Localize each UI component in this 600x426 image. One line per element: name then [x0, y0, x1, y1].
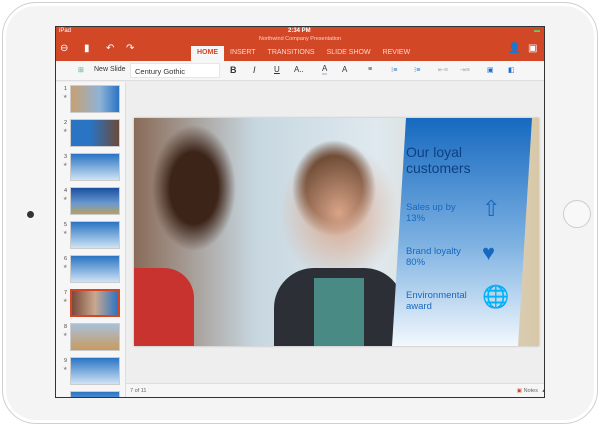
slide-thumbnail-1[interactable]: [70, 85, 120, 113]
slide-number: 1: [64, 86, 68, 92]
underline-button[interactable]: U: [274, 65, 280, 74]
slide-thumbnail-7[interactable]: [70, 289, 120, 317]
status-footer: 7 of 11 ▣ Notes ▴: [126, 383, 544, 397]
heart-icon: ♥: [482, 240, 496, 265]
increase-indent-icon[interactable]: ⇥≡: [460, 66, 470, 74]
undo-icon[interactable]: ↶: [106, 43, 114, 54]
slide-number: 9: [64, 358, 68, 364]
new-slide-button[interactable]: New Slide: [94, 66, 126, 73]
text-effects-button[interactable]: A: [342, 65, 347, 74]
present-icon[interactable]: ▣: [528, 43, 537, 54]
italic-button[interactable]: I: [253, 65, 256, 75]
tab-slide-show[interactable]: SLIDE SHOW: [321, 46, 377, 61]
slide-canvas[interactable]: Our loyal customers Sales up by 13% ⇧ Br…: [134, 118, 539, 346]
notes-icon: ▣: [516, 388, 522, 394]
bold-button[interactable]: B: [230, 65, 237, 75]
tab-insert[interactable]: INSERT: [224, 46, 262, 61]
slide-number: 4: [64, 188, 68, 194]
font-size-button[interactable]: A..: [294, 65, 304, 74]
star-icon: ★: [63, 366, 68, 372]
ribbon-tabs: HOME INSERT TRANSITIONS SLIDE SHOW REVIE…: [191, 46, 416, 61]
star-icon: ★: [63, 94, 68, 100]
slide-item-award[interactable]: Environmental award: [406, 290, 481, 312]
slide-thumbnail-8[interactable]: [70, 323, 120, 351]
star-icon: ★: [63, 196, 68, 202]
slide-thumbnail-2[interactable]: [70, 119, 120, 147]
star-icon: ★: [63, 298, 68, 304]
share-icon[interactable]: 👤: [508, 43, 520, 54]
shapes-icon[interactable]: ◧: [508, 66, 515, 74]
file-icon[interactable]: ▮: [84, 43, 90, 54]
dollar-up-arrow-icon: ⇧: [482, 196, 501, 221]
slide-thumbnail-4[interactable]: [70, 187, 120, 215]
slide-number: 8: [64, 324, 68, 330]
bullets-icon[interactable]: ⁝≡: [391, 66, 397, 74]
star-icon: ★: [63, 332, 68, 338]
ribbon-header: iPad 2:34 PM ▬ Northwind Company Present…: [56, 27, 544, 61]
device-name: iPad: [59, 28, 72, 34]
slide-number: 2: [64, 120, 68, 126]
font-color-button[interactable]: A: [322, 64, 328, 75]
slide-item-loyalty[interactable]: Brand loyalty 80%: [406, 246, 476, 268]
slide-thumbnail-5[interactable]: [70, 221, 120, 249]
tab-review[interactable]: REVIEW: [377, 46, 417, 61]
text-box-icon[interactable]: ▣: [487, 66, 494, 74]
document-title: Northwind Company Presentation: [258, 36, 342, 42]
globe-award-icon: 🌐: [482, 284, 510, 309]
photo-detail: [134, 268, 194, 346]
slide-number: 6: [64, 256, 68, 262]
slide-thumbnail-3[interactable]: [70, 153, 120, 181]
screen: iPad 2:34 PM ▬ Northwind Company Present…: [55, 26, 545, 398]
clock: 2:34 PM: [288, 28, 311, 34]
star-icon: ★: [63, 264, 68, 270]
slide-number: 7: [64, 290, 68, 296]
battery-icon: ▬: [534, 28, 540, 34]
slide-number: 3: [64, 154, 68, 160]
caret-up-icon[interactable]: ▴: [542, 388, 544, 394]
tab-home[interactable]: HOME: [191, 46, 224, 61]
slide-thumbnail-9[interactable]: [70, 357, 120, 385]
star-icon: ★: [63, 128, 68, 134]
font-name-field[interactable]: Century Gothic: [130, 63, 220, 78]
home-button[interactable]: [563, 200, 591, 228]
slide-thumbnail-10[interactable]: [70, 391, 120, 397]
redo-icon[interactable]: ↷: [126, 43, 134, 54]
slide-number: 5: [64, 222, 68, 228]
slide-thumbnail-6[interactable]: [70, 255, 120, 283]
star-icon: ★: [63, 230, 68, 236]
align-left-icon[interactable]: ≡: [368, 66, 372, 73]
tab-transitions[interactable]: TRANSITIONS: [262, 46, 321, 61]
home-toolbar: ⊞ New Slide Century Gothic B I U A.. A A…: [56, 61, 544, 81]
slide-position: 7 of 11: [130, 388, 147, 394]
star-icon: ★: [63, 162, 68, 168]
slide-thumbnails[interactable]: 1 ★ 2 ★ 3 ★ 4 ★ 5 ★ 6 ★ 7 ★ 8 ★ 9 ★: [56, 82, 126, 397]
photo-detail: [314, 278, 364, 346]
numbering-icon[interactable]: ⁝≡: [414, 66, 420, 74]
slide-item-sales[interactable]: Sales up by 13%: [406, 202, 476, 224]
camera: [27, 211, 34, 218]
new-slide-icon[interactable]: ⊞: [78, 66, 84, 74]
back-icon[interactable]: ⊖: [60, 43, 68, 54]
decrease-indent-icon[interactable]: ⇤≡: [438, 66, 448, 74]
slide-title[interactable]: Our loyal customers: [406, 144, 486, 176]
notes-button[interactable]: Notes: [524, 388, 538, 394]
